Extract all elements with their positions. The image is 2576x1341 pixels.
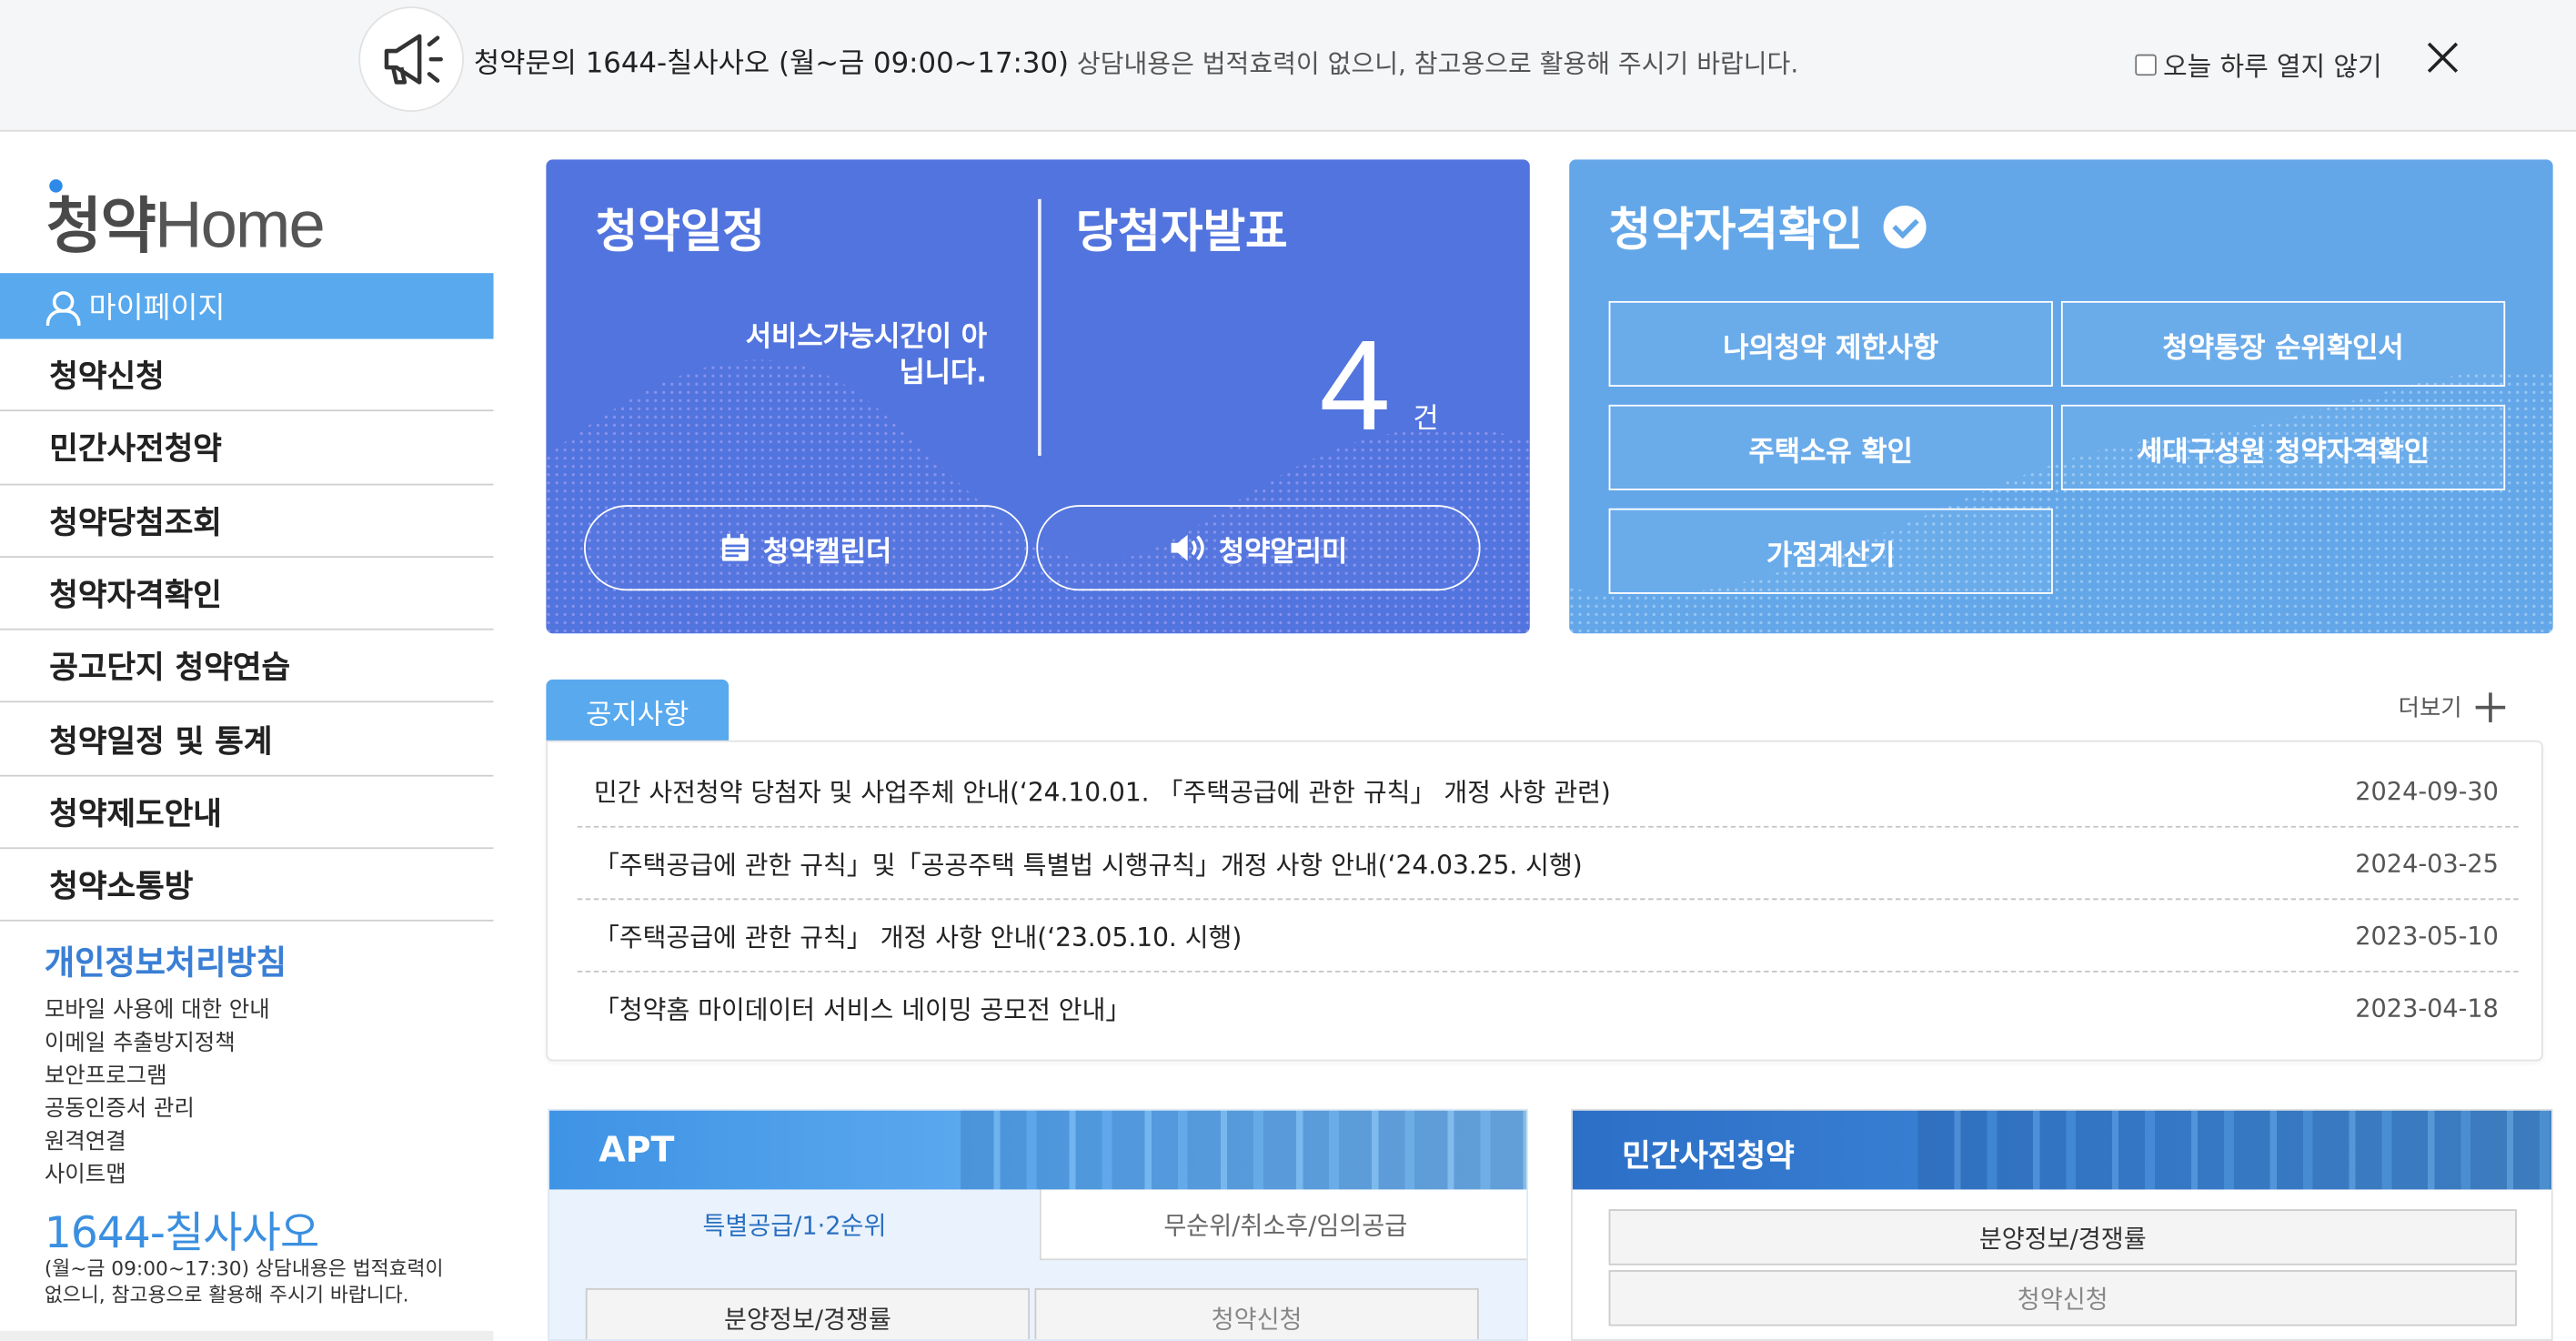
household-qualification-button[interactable]: 세대구성원 청약자격확인: [2060, 404, 2506, 490]
apt-sale-info-button[interactable]: 분양정보/경쟁률: [585, 1287, 1031, 1340]
notice-title[interactable]: 「주택공급에 관한 규칙」및「공공주택 특별법 시행규칙」개정 사항 안내(‘2…: [594, 846, 1583, 882]
qualification-title: 청약자격확인: [1609, 194, 1926, 259]
house-ownership-button[interactable]: 주택소유 확인: [1608, 404, 2053, 490]
more-link[interactable]: 더보기: [2399, 691, 2505, 724]
notice-list: 민간 사전청약 당첨자 및 사업주체 안내(‘24.10.01. 「주택공급에 …: [546, 740, 2543, 1062]
sidebar-item-label: 민간사전청약: [49, 431, 222, 469]
sidebar-item-private-presale[interactable]: 민간사전청약: [0, 412, 494, 485]
logo[interactable]: 청약Home: [45, 176, 326, 265]
plus-icon: [2474, 692, 2505, 722]
megaphone-icon: [358, 6, 464, 112]
notice-date: 2024-03-25: [2355, 849, 2499, 879]
winners-title[interactable]: 당첨자발표: [1076, 196, 1288, 261]
footer-link[interactable]: 이메일 추출방지정책: [45, 1026, 287, 1059]
sidebar-item-label: 청약소통방: [49, 869, 194, 906]
sidebar-item-schedule-stats[interactable]: 청약일정 및 통계: [0, 703, 494, 777]
dont-show-today-label: 오늘 하루 열지 않기: [2163, 51, 2382, 83]
sidebar-item-system-guide[interactable]: 청약제도안내: [0, 776, 494, 850]
logo-en: Home: [155, 188, 326, 262]
notice-date: 2023-05-10: [2355, 921, 2499, 952]
card-divider: [1038, 198, 1041, 456]
sidebar-menu: 청약신청 민간사전청약 청약당첨조회 청약자격확인 공고단지 청약연습 청약일정…: [0, 339, 494, 923]
footer-link[interactable]: 모바일 사용에 대한 안내: [45, 993, 287, 1026]
sidebar-item-label: 청약당첨조회: [49, 504, 222, 541]
alarm-button[interactable]: 청약알리미: [1036, 505, 1481, 591]
more-label: 더보기: [2398, 695, 2462, 722]
footer-link[interactable]: 원격연결: [45, 1125, 287, 1158]
apt-panel: APT 특별공급/1·2순위 무순위/취소후/임의공급 분양정보/경쟁률 청약신…: [548, 1108, 1529, 1341]
notice-date: 2023-04-18: [2355, 993, 2499, 1023]
close-icon[interactable]: [2425, 39, 2461, 76]
score-calculator-button[interactable]: 가점계산기: [1608, 508, 2053, 594]
rank-certificate-button[interactable]: 청약통장 순위확인서: [2060, 300, 2506, 387]
privacy-policy-link[interactable]: 개인정보처리방침: [45, 936, 287, 983]
sidebar-item-label: 공고단지 청약연습: [49, 650, 291, 687]
sidebar-item-apply[interactable]: 청약신청: [0, 339, 494, 412]
sidebar-item-mypage[interactable]: 마이페이지: [0, 273, 494, 339]
notice-lead: 청약문의 1644-칠사사오 (월~금 09:00~17:30): [473, 47, 1070, 81]
apt-header: APT: [549, 1110, 1527, 1190]
private-title: 민간사전청약: [1622, 1138, 1795, 1175]
logo-kr: 청약: [45, 192, 156, 260]
checkbox-box[interactable]: [2135, 53, 2157, 76]
phone-description: (월~금 09:00~17:30) 상담내용은 법적효력이 없으니, 참고용으로…: [44, 1256, 444, 1306]
qualification-title-text: 청약자격확인: [1608, 202, 1864, 257]
qualification-card: 청약자격확인 나의청약 제한사항 청약통장 순위확인서 주택소유 확인 세대구성…: [1569, 159, 2553, 634]
notice-title[interactable]: 「청약홈 마이데이터 서비스 네이밍 공모전 안내」: [594, 991, 1132, 1027]
list-item[interactable]: 「청약홈 마이데이터 서비스 네이밍 공모전 안내」 2023-04-18: [578, 973, 2519, 1045]
calendar-button-label: 청약캘린더: [762, 535, 892, 569]
private-sale-info-button[interactable]: 분양정보/경쟁률: [1608, 1209, 2517, 1265]
sidebar-item-label: 마이페이지: [88, 291, 226, 327]
winners-count[interactable]: 4: [1319, 311, 1390, 461]
schedule-title[interactable]: 청약일정: [596, 196, 765, 261]
footer-links: 개인정보처리방침 모바일 사용에 대한 안내 이메일 추출방지정책 보안프로그램…: [45, 936, 287, 1191]
list-item[interactable]: 「주택공급에 관한 규칙」 개정 사항 안내(‘23.05.10. 시행) 20…: [577, 900, 2519, 973]
list-item[interactable]: 「주택공급에 관한 규칙」및「공공주택 특별법 시행규칙」개정 사항 안내(‘2…: [577, 828, 2519, 901]
alarm-button-label: 청약알리미: [1218, 535, 1348, 569]
notice-date: 2024-09-30: [2355, 776, 2499, 807]
sidebar-item-community[interactable]: 청약소통방: [0, 849, 494, 923]
calendar-icon: [721, 533, 749, 561]
footer-link[interactable]: 보안프로그램: [45, 1060, 287, 1093]
notice-title[interactable]: 「주택공급에 관한 규칙」 개정 사항 안내(‘23.05.10. 시행): [594, 918, 1242, 954]
speaker-icon: [1171, 534, 1204, 561]
list-item[interactable]: 민간 사전청약 당첨자 및 사업주체 안내(‘24.10.01. 「주택공급에 …: [577, 755, 2519, 828]
calendar-button[interactable]: 청약캘린더: [583, 505, 1029, 591]
tab-special-supply[interactable]: 특별공급/1·2순위: [549, 1189, 1040, 1261]
tab-unranked-supply[interactable]: 무순위/취소후/임의공급: [1039, 1189, 1527, 1261]
logo-dot: [49, 179, 63, 193]
sidebar-item-label: 청약일정 및 통계: [49, 723, 273, 760]
dont-show-today-checkbox[interactable]: 오늘 하루 열지 않기: [2135, 45, 2382, 84]
sidebar-item-label: 청약제도안내: [49, 796, 222, 832]
check-circle-icon: [1882, 206, 1926, 249]
my-restrictions-button[interactable]: 나의청약 제한사항: [1608, 300, 2053, 387]
sidebar: 청약Home 마이페이지 청약신청 민간사전청약 청약당첨조회 청약자격확인 공…: [0, 133, 494, 1341]
tab-notices[interactable]: 공지사항: [546, 679, 730, 742]
notice-bar: 청약문의 1644-칠사사오 (월~금 09:00~17:30) 상담내용은 법…: [0, 0, 2576, 132]
person-icon: [45, 291, 81, 327]
sidebar-item-practice[interactable]: 공고단지 청약연습: [0, 630, 494, 704]
schedule-card: 청약일정 당첨자발표 서비스가능시간이 아닙니다. 4 건 청약캘린더 청약알리…: [546, 159, 1530, 634]
sidebar-item-label: 청약자격확인: [49, 577, 222, 614]
phone-number: 1644-칠사사오: [44, 1209, 319, 1259]
footer-link[interactable]: 사이트맵: [45, 1158, 287, 1191]
notice-rest: 상담내용은 법적효력이 없으니, 참고용으로 활용해 주시기 바랍니다.: [1069, 49, 1799, 79]
sidebar-item-label: 청약신청: [49, 358, 165, 396]
private-presale-panel: 민간사전청약 분양정보/경쟁률 청약신청: [1571, 1108, 2553, 1341]
apt-apply-button[interactable]: 청약신청: [1034, 1287, 1479, 1340]
private-apply-button[interactable]: 청약신청: [1608, 1270, 2517, 1326]
notice-title[interactable]: 민간 사전청약 당첨자 및 사업주체 안내(‘24.10.01. 「주택공급에 …: [594, 773, 1611, 810]
sidebar-bottom-strip: [0, 1330, 494, 1341]
building-image: [961, 1110, 1527, 1190]
winners-unit: 건: [1413, 403, 1439, 437]
private-header: 민간사전청약: [1572, 1110, 2551, 1190]
sidebar-item-winner-lookup[interactable]: 청약당첨조회: [0, 485, 494, 558]
notice-message: 청약문의 1644-칠사사오 (월~금 09:00~17:30) 상담내용은 법…: [474, 39, 1798, 80]
building-image: [1917, 1110, 2551, 1190]
sidebar-item-qualification[interactable]: 청약자격확인: [0, 558, 494, 630]
apt-title: APT: [599, 1130, 675, 1170]
footer-link[interactable]: 공동인증서 관리: [45, 1093, 287, 1125]
service-status: 서비스가능시간이 아닙니다.: [745, 320, 988, 390]
